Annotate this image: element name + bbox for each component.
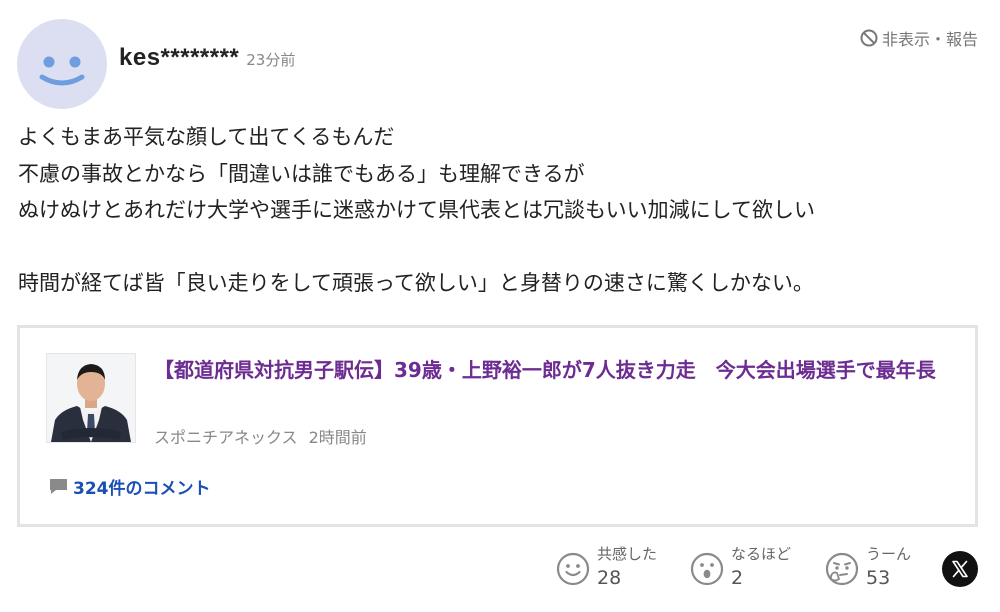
hide-report-button[interactable]: 非表示・報告 bbox=[859, 26, 978, 50]
comments-count-label: 324件のコメント bbox=[73, 479, 211, 499]
article-card[interactable]: 【都道府県対抗男子駅伝】39歳・上野裕一郎が7人抜き力走 今大会出場選手で最年長… bbox=[17, 325, 978, 527]
article-source: スポニチアネックス bbox=[154, 428, 298, 447]
reaction-insightful-button[interactable]: なるほど 2 bbox=[690, 542, 791, 590]
x-logo-icon bbox=[952, 560, 968, 578]
thinking-face-icon bbox=[825, 552, 859, 586]
avatar bbox=[17, 19, 107, 109]
smile-face-icon bbox=[556, 552, 590, 586]
reaction-count: 2 bbox=[731, 567, 744, 589]
surprised-face-icon bbox=[690, 552, 724, 586]
comment-line: 不慮の事故とかなら「間違いは誰でもある」も理解できるが bbox=[18, 161, 585, 186]
ban-icon bbox=[860, 29, 878, 47]
username[interactable]: kes******** bbox=[119, 44, 239, 72]
article-thumbnail[interactable] bbox=[46, 353, 136, 443]
comment-body: よくもまあ平気な顔して出てくるもんだ 不慮の事故とかなら「間違いは誰でもある」も… bbox=[18, 119, 978, 302]
person-photo-icon bbox=[47, 354, 135, 442]
comment-line-blank bbox=[18, 229, 978, 266]
reaction-empathize-button[interactable]: 共感した 28 bbox=[556, 542, 657, 590]
comment-line: ぬけぬけとあれだけ大学や選手に迷惑かけて県代表とは冗談もいい加減にして欲しい bbox=[18, 198, 815, 222]
reaction-count: 28 bbox=[597, 567, 622, 589]
article-title-link[interactable]: 【都道府県対抗男子駅伝】39歳・上野裕一郎が7人抜き力走 今大会出場選手で最年長 bbox=[154, 353, 959, 388]
comment-bubble-icon bbox=[50, 479, 67, 494]
comment-timestamp: 23分前 bbox=[246, 51, 296, 69]
comment-line: よくもまあ平気な顔して出てくるもんだ bbox=[18, 125, 395, 149]
comments-count-link[interactable]: 324件のコメント bbox=[48, 474, 211, 499]
comment-header: kes******** 23分前 bbox=[119, 44, 295, 72]
reaction-label: なるほど bbox=[731, 545, 792, 563]
hide-report-label: 非表示・報告 bbox=[881, 30, 978, 49]
reaction-count: 53 bbox=[866, 567, 891, 589]
reaction-hmm-button[interactable]: うーん 53 bbox=[825, 542, 911, 590]
reaction-label: うーん bbox=[866, 545, 912, 563]
comment-line: 時間が経てば皆「良い走りをして頑張って欲しい」と身替りの速さに驚くしかない。 bbox=[18, 271, 814, 295]
article-timestamp: 2時間前 bbox=[308, 428, 367, 447]
reaction-label: 共感した bbox=[597, 545, 658, 563]
share-x-button[interactable] bbox=[942, 551, 978, 587]
article-meta: スポニチアネックス 2時間前 bbox=[154, 424, 367, 448]
smiley-face-icon bbox=[39, 56, 85, 86]
